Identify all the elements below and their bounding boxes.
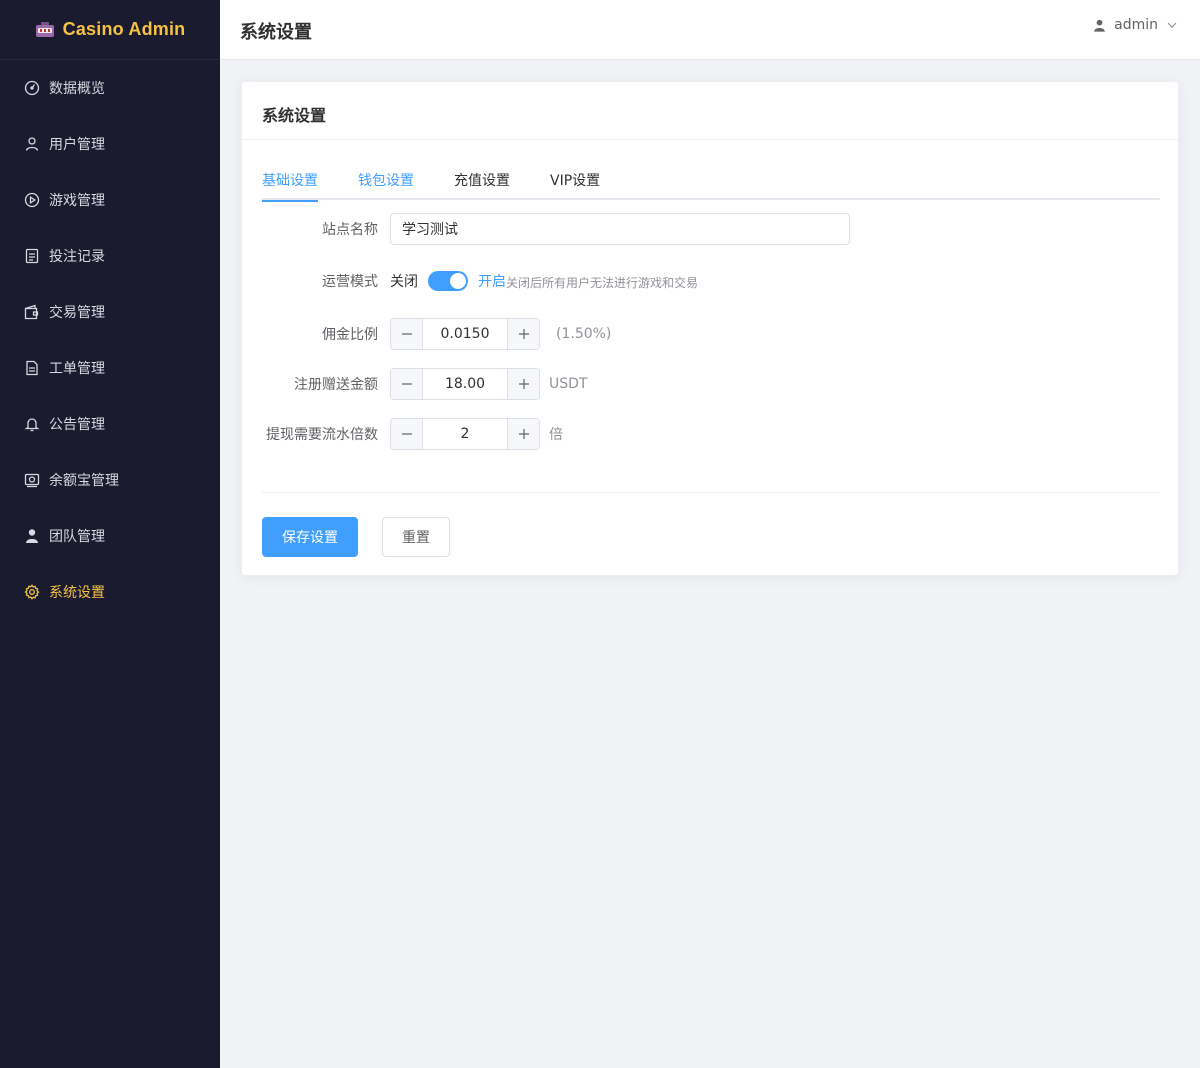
user-menu[interactable]: admin bbox=[1093, 17, 1178, 33]
save-button[interactable]: 保存设置 bbox=[262, 517, 358, 557]
tab-basic[interactable]: 基础设置 bbox=[262, 172, 318, 202]
operation-mode-hint: 关闭后所有用户无法进行游戏和交易 bbox=[506, 276, 699, 290]
register-bonus-stepper: 18.00 bbox=[390, 368, 540, 400]
minus-button[interactable] bbox=[391, 369, 423, 399]
document-icon bbox=[24, 248, 40, 264]
sidebar-item-label: 系统设置 bbox=[49, 585, 105, 601]
minus-icon bbox=[401, 383, 412, 385]
settings-card: 系统设置 基础设置 钱包设置 充值设置 VIP设置 站点名称 运营模式 关闭 开… bbox=[241, 81, 1179, 576]
register-bonus-row: 注册赠送金额 18.00 USDT bbox=[262, 368, 587, 400]
plus-button[interactable] bbox=[507, 369, 539, 399]
plus-button[interactable] bbox=[507, 319, 539, 349]
minus-button[interactable] bbox=[391, 319, 423, 349]
commission-percent: (1.50%) bbox=[556, 326, 612, 342]
sidebar-item-games[interactable]: 游戏管理 bbox=[0, 172, 220, 228]
withdraw-multiplier-unit: 倍 bbox=[549, 427, 563, 443]
play-circle-icon bbox=[24, 192, 40, 208]
register-bonus-unit: USDT bbox=[549, 376, 588, 392]
minus-icon bbox=[401, 333, 412, 335]
commission-label: 佣金比例 bbox=[322, 327, 378, 343]
sidebar-item-dashboard[interactable]: 数据概览 bbox=[0, 60, 220, 116]
team-icon bbox=[24, 528, 40, 544]
sidebar-item-label: 投注记录 bbox=[49, 249, 105, 265]
chevron-down-icon bbox=[1166, 19, 1178, 31]
operation-mode-toggle[interactable] bbox=[428, 270, 468, 291]
settings-tabs: 基础设置 钱包设置 充值设置 VIP设置 bbox=[262, 172, 1160, 202]
operation-mode-switch-group: 关闭 开启 关闭后所有用户无法进行游戏和交易 bbox=[390, 270, 698, 291]
commission-row: 佣金比例 0.0150 (1.50%) bbox=[262, 318, 611, 350]
user-icon bbox=[24, 136, 40, 152]
logo-text: Casino Admin bbox=[62, 19, 186, 39]
plus-icon bbox=[518, 329, 529, 339]
page-title: 系统设置 bbox=[240, 22, 312, 43]
sidebar-item-label: 交易管理 bbox=[49, 305, 105, 321]
card-title: 系统设置 bbox=[242, 82, 1178, 140]
sidebar-item-team[interactable]: 团队管理 bbox=[0, 508, 220, 564]
register-bonus-value[interactable]: 18.00 bbox=[423, 369, 507, 399]
sidebar-item-transactions[interactable]: 交易管理 bbox=[0, 284, 220, 340]
operation-mode-label: 运营模式 bbox=[322, 273, 378, 290]
sidebar-item-label: 公告管理 bbox=[49, 417, 105, 433]
tab-recharge[interactable]: 充值设置 bbox=[454, 172, 510, 200]
sidebar-item-label: 数据概览 bbox=[49, 81, 105, 97]
tab-wallet[interactable]: 钱包设置 bbox=[358, 172, 414, 200]
bell-icon bbox=[24, 416, 40, 432]
withdraw-multiplier-label: 提现需要流水倍数 bbox=[266, 427, 378, 443]
sidebar-menu: 数据概览 用户管理 游戏管理 投注记录 交易管理 工单管理 公告管理 余额宝管理… bbox=[0, 60, 220, 620]
gear-icon bbox=[24, 584, 40, 600]
site-name-row: 站点名称 bbox=[262, 213, 850, 245]
sidebar-item-label: 游戏管理 bbox=[49, 193, 105, 209]
logo[interactable]: Casino Admin bbox=[0, 0, 220, 60]
minus-button[interactable] bbox=[391, 419, 423, 449]
site-name-input[interactable] bbox=[390, 213, 850, 245]
wallet-icon bbox=[24, 304, 40, 320]
plus-button[interactable] bbox=[507, 419, 539, 449]
operation-mode-row: 运营模式 关闭 开启 关闭后所有用户无法进行游戏和交易 bbox=[262, 270, 698, 291]
sidebar: Casino Admin 数据概览 用户管理 游戏管理 投注记录 交易管理 工单… bbox=[0, 0, 220, 1068]
withdraw-multiplier-stepper: 2 bbox=[390, 418, 540, 450]
sidebar-item-announcements[interactable]: 公告管理 bbox=[0, 396, 220, 452]
sidebar-item-tickets[interactable]: 工单管理 bbox=[0, 340, 220, 396]
commission-stepper: 0.0150 bbox=[390, 318, 540, 350]
sidebar-item-bets[interactable]: 投注记录 bbox=[0, 228, 220, 284]
sidebar-item-yuebao[interactable]: 余额宝管理 bbox=[0, 452, 220, 508]
dashboard-icon bbox=[24, 80, 40, 96]
user-icon bbox=[1093, 19, 1106, 32]
switch-off-text: 关闭 bbox=[390, 273, 418, 290]
switch-on-text: 开启 bbox=[478, 273, 506, 290]
register-bonus-label: 注册赠送金额 bbox=[294, 377, 378, 393]
plus-icon bbox=[518, 379, 529, 389]
commission-value[interactable]: 0.0150 bbox=[423, 319, 507, 349]
sidebar-item-label: 用户管理 bbox=[49, 137, 105, 153]
minus-icon bbox=[401, 433, 412, 435]
money-icon bbox=[24, 472, 40, 488]
form-divider bbox=[262, 492, 1160, 493]
withdraw-multiplier-row: 提现需要流水倍数 2 倍 bbox=[262, 418, 563, 450]
sidebar-item-label: 余额宝管理 bbox=[49, 473, 119, 489]
sidebar-item-users[interactable]: 用户管理 bbox=[0, 116, 220, 172]
withdraw-multiplier-value[interactable]: 2 bbox=[423, 419, 507, 449]
username: admin bbox=[1114, 17, 1158, 33]
plus-icon bbox=[518, 429, 529, 439]
tab-vip[interactable]: VIP设置 bbox=[550, 172, 600, 200]
ticket-icon bbox=[24, 360, 40, 376]
sidebar-item-label: 团队管理 bbox=[49, 529, 105, 545]
sidebar-item-label: 工单管理 bbox=[49, 361, 105, 377]
site-name-label: 站点名称 bbox=[322, 222, 378, 238]
sidebar-item-settings[interactable]: 系统设置 bbox=[0, 564, 220, 620]
slot-machine-icon bbox=[35, 21, 55, 38]
reset-button[interactable]: 重置 bbox=[382, 517, 450, 557]
top-header: 系统设置 admin bbox=[220, 0, 1200, 60]
